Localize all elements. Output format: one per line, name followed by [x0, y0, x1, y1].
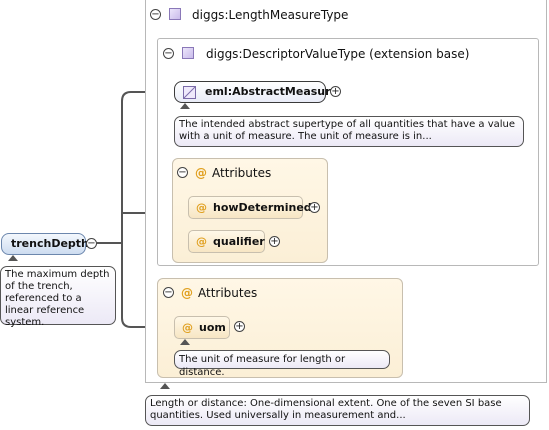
collapse-icon[interactable]: −: [150, 9, 161, 20]
uom-doc: The unit of measure for length or distan…: [174, 350, 390, 378]
attribute-uom[interactable]: @ uom: [174, 316, 230, 339]
doc-pointer: [160, 383, 170, 389]
doc-pointer: [180, 339, 190, 345]
doc-pointer: [180, 103, 190, 109]
expand-icon[interactable]: +: [269, 236, 280, 247]
expand-icon[interactable]: +: [234, 321, 245, 332]
complex-type-icon: [169, 8, 181, 20]
attributes-label: Attributes: [198, 286, 258, 300]
attribute-icon: @: [196, 235, 207, 248]
abstract-element-icon: [183, 86, 196, 99]
collapse-icon[interactable]: −: [163, 48, 174, 59]
attribute-name: uom: [199, 321, 226, 334]
base-type-name: diggs:DescriptorValueType (extension bas…: [206, 47, 470, 61]
expand-icon[interactable]: +: [330, 86, 341, 97]
root-element-trenchdepth[interactable]: trenchDepth: [1, 233, 89, 255]
attributes-label: Attributes: [212, 166, 272, 180]
attribute-qualifier[interactable]: @ qualifier: [188, 230, 265, 253]
attribute-name: howDetermined: [213, 201, 312, 214]
complex-type-icon: [182, 47, 194, 59]
attribute-icon: @: [182, 321, 193, 334]
root-element-name: trenchDepth: [11, 237, 89, 250]
root-element-doc: The maximum depth of the trench, referen…: [0, 266, 116, 328]
attribute-howdetermined[interactable]: @ howDetermined: [188, 196, 312, 219]
collapse-icon[interactable]: −: [177, 167, 188, 178]
type-doc: Length or distance: One-dimensional exte…: [145, 395, 530, 426]
attribute-icon: @: [195, 166, 207, 180]
attribute-name: qualifier: [213, 235, 265, 248]
expand-icon[interactable]: +: [309, 202, 320, 213]
attribute-icon: @: [181, 286, 193, 300]
collapse-icon[interactable]: −: [163, 287, 174, 298]
abstract-measure-doc: The intended abstract supertype of all q…: [174, 116, 524, 147]
abstract-measure-element[interactable]: eml:AbstractMeasure: [174, 81, 338, 103]
attribute-icon: @: [196, 201, 207, 214]
type-name: diggs:LengthMeasureType: [192, 8, 349, 22]
doc-pointer: [8, 255, 18, 261]
abstract-measure-name: eml:AbstractMeasure: [205, 85, 339, 98]
collapse-icon[interactable]: −: [86, 238, 97, 249]
